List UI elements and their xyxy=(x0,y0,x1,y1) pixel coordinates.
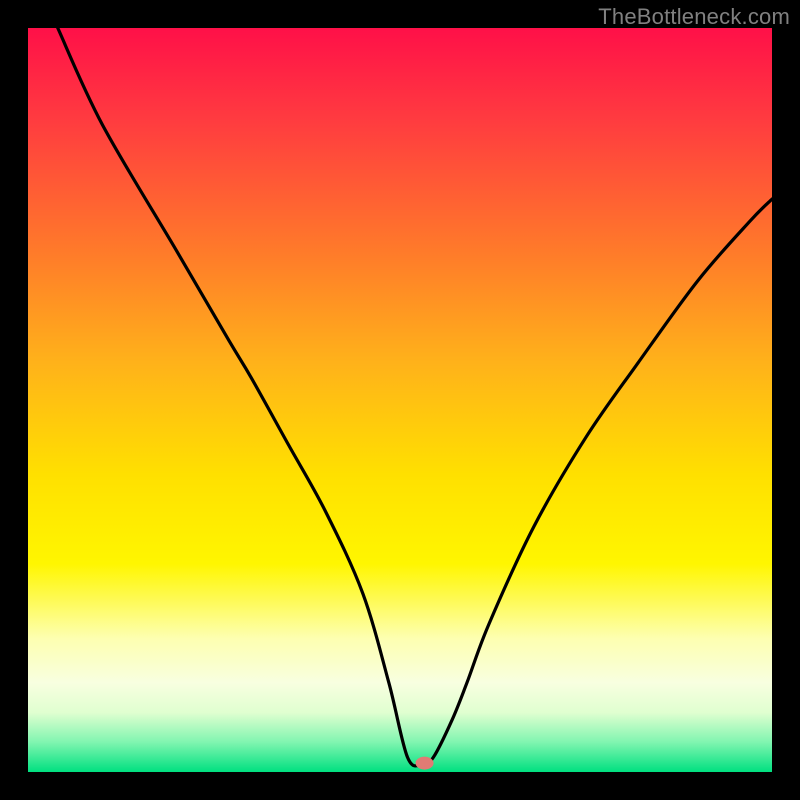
plot-area xyxy=(28,28,772,772)
bottleneck-chart xyxy=(28,28,772,772)
chart-frame: TheBottleneck.com xyxy=(0,0,800,800)
gradient-background xyxy=(28,28,772,772)
optimal-point-marker xyxy=(416,757,434,770)
watermark-text: TheBottleneck.com xyxy=(598,4,790,30)
